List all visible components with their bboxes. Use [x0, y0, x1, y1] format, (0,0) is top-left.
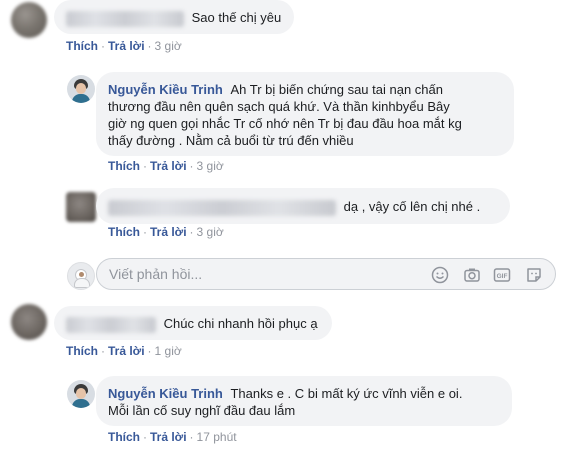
reply-link[interactable]: Trả lời — [150, 225, 187, 239]
separator: · — [143, 159, 147, 173]
reply-link[interactable]: Trả lời — [150, 430, 187, 444]
like-link[interactable]: Thích — [108, 159, 140, 173]
avatar[interactable] — [11, 2, 47, 38]
like-link[interactable]: Thích — [108, 225, 140, 239]
comment-text-line: Mỗi lần cố suy nghĩ đầu đau lắm — [108, 403, 296, 418]
comment-text-line: Ah Tr bị biến chứng sau tai nạn chấn — [230, 82, 443, 97]
reply-input[interactable] — [109, 266, 409, 282]
reply-composer[interactable]: GIF — [96, 258, 556, 290]
timestamp[interactable]: 3 giờ — [197, 159, 224, 173]
separator: · — [143, 430, 147, 444]
separator: · — [147, 39, 152, 53]
comment-bubble: Chúc chi nhanh hồi phục ạ — [54, 306, 332, 340]
comment-actions: Thích · Trả lời · 3 giờ — [108, 224, 224, 240]
timestamp[interactable]: 1 giờ — [155, 344, 182, 358]
comment-actions: Thích · Trả lời · 3 giờ — [108, 158, 224, 174]
svg-text:GIF: GIF — [497, 273, 508, 280]
gif-icon[interactable]: GIF — [493, 266, 511, 284]
like-link[interactable]: Thích — [108, 430, 140, 444]
blurred-author-name — [66, 10, 184, 27]
avatar[interactable] — [11, 304, 47, 340]
separator: · — [189, 430, 194, 444]
avatar[interactable] — [67, 75, 95, 103]
separator: · — [101, 344, 105, 358]
comment-bubble: Sao thế chị yêu — [54, 0, 294, 34]
comment-text: Chúc chi nhanh hồi phục ạ — [163, 316, 318, 331]
avatar[interactable] — [66, 192, 96, 222]
comment-bubble: Nguyễn Kiều Trinh Ah Tr bị biến chứng sa… — [96, 72, 514, 156]
comment-bubble: Nguyễn Kiều Trinh Thanks e . C bi mất ký… — [96, 376, 512, 426]
separator: · — [143, 225, 147, 239]
emoji-icon[interactable] — [431, 266, 449, 284]
reply-link[interactable]: Trả lời — [150, 159, 187, 173]
separator: · — [189, 225, 194, 239]
comment-actions: Thích · Trả lời · 17 phút — [108, 429, 237, 445]
comment-text: Sao thế chị yêu — [191, 10, 282, 25]
sticker-icon[interactable] — [525, 266, 543, 284]
timestamp[interactable]: 17 phút — [197, 430, 237, 444]
comment-text: dạ , vậy cố lên chị nhé . — [343, 199, 481, 214]
comment-text-line: giờ ng quen gọi nhắc Tr cố nhớ nên Tr bị… — [108, 116, 462, 131]
avatar[interactable] — [67, 380, 95, 408]
comment-bubble: dạ , vậy cố lên chị nhé . — [96, 188, 510, 224]
comment-text-line: thương đầu nên quên sạch quá khứ. Và thầ… — [108, 99, 450, 114]
blurred-author-name — [66, 316, 156, 333]
author-name[interactable]: Nguyễn Kiều Trinh — [108, 82, 223, 97]
reply-link[interactable]: Trả lời — [108, 344, 145, 358]
timestamp[interactable]: 3 giờ — [155, 39, 182, 53]
like-link[interactable]: Thích — [66, 39, 98, 53]
separator: · — [189, 159, 194, 173]
comment-actions: Thích · Trả lời · 1 giờ — [66, 343, 182, 359]
comment-actions: Thích · Trả lời · 3 giờ — [66, 38, 182, 54]
separator: · — [147, 344, 152, 358]
blurred-author-name — [108, 199, 336, 216]
like-link[interactable]: Thích — [66, 344, 98, 358]
timestamp[interactable]: 3 giờ — [197, 225, 224, 239]
reply-link[interactable]: Trả lời — [108, 39, 145, 53]
comment-text-line: thấy đường . Nằm cả buổi từ trú đến vhiề… — [108, 133, 354, 148]
current-user-avatar — [67, 262, 95, 290]
separator: · — [101, 39, 105, 53]
camera-icon[interactable] — [463, 266, 481, 284]
comment-text-line: Thanks e . C bi mất ký ức vĩnh viễn e oi… — [230, 386, 463, 401]
author-name[interactable]: Nguyễn Kiều Trinh — [108, 386, 223, 401]
